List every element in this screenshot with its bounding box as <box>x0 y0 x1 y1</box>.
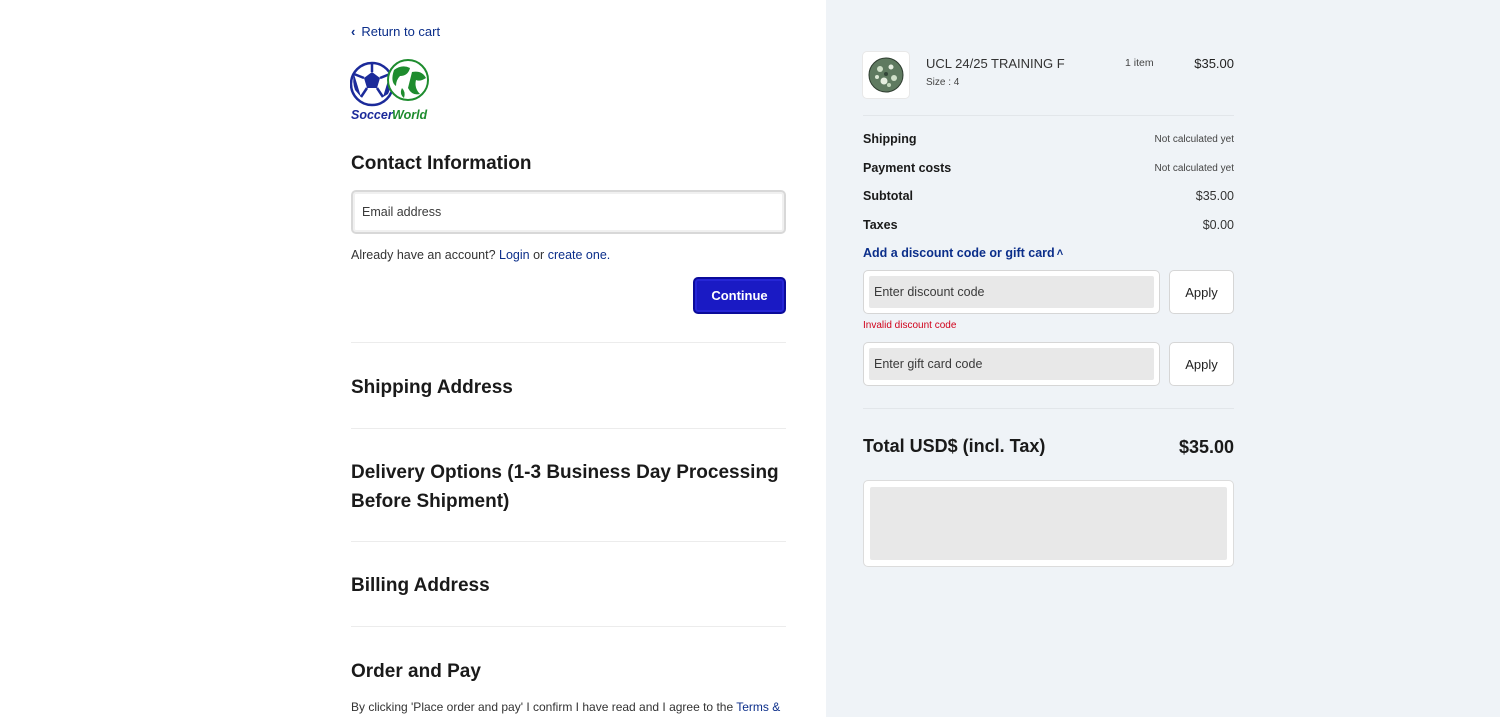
billing-address-title: Billing Address <box>351 575 490 596</box>
account-prompt: Already have an account? Login or create… <box>351 248 611 262</box>
return-to-cart-label: Return to cart <box>361 24 441 39</box>
total-label: Total USD$ (incl. Tax) <box>863 436 1046 456</box>
section-divider <box>351 342 786 343</box>
email-input[interactable] <box>353 192 784 232</box>
contact-information-title: Contact Information <box>351 153 532 174</box>
payment-widget-placeholder[interactable] <box>863 480 1234 567</box>
apply-gift-card-button[interactable]: Apply <box>1169 342 1234 386</box>
soccer-ball-image <box>868 57 904 93</box>
summary-divider <box>863 408 1234 409</box>
product-name: UCL 24/25 TRAINING F <box>926 56 1065 71</box>
order-and-pay-title: Order and Pay <box>351 661 481 682</box>
svg-text:Soccer: Soccer <box>351 108 394 122</box>
continue-button[interactable]: Continue <box>693 277 786 314</box>
section-divider <box>351 541 786 542</box>
svg-text:World: World <box>392 108 428 122</box>
chevron-left-icon: ‹ <box>351 24 356 39</box>
chevron-up-icon: ˄ <box>1056 247 1064 259</box>
soccerworld-logo[interactable]: Soccer World <box>349 58 432 122</box>
taxes-row: Taxes $0.00 <box>863 218 1234 232</box>
product-price: $35.00 <box>1194 56 1234 71</box>
product-thumbnail <box>863 52 909 98</box>
discount-code-field[interactable] <box>863 270 1160 314</box>
return-to-cart-link[interactable]: ‹ Return to cart <box>351 24 440 39</box>
shipping-address-title: Shipping Address <box>351 377 513 398</box>
create-account-link[interactable]: create one. <box>548 248 611 262</box>
payment-costs-row: Payment costs Not calculated yet <box>863 161 1234 175</box>
payment-widget-loading <box>870 487 1227 560</box>
gift-card-field[interactable] <box>863 342 1160 386</box>
product-size: Size : 4 <box>926 77 960 88</box>
subtotal-row: Subtotal $35.00 <box>863 189 1234 203</box>
gift-card-input[interactable] <box>874 357 1154 371</box>
section-divider <box>351 626 786 627</box>
product-quantity: 1 item <box>1125 57 1154 69</box>
email-field[interactable] <box>351 190 786 234</box>
terms-link[interactable]: Terms & <box>736 700 780 714</box>
section-divider <box>351 428 786 429</box>
summary-divider <box>863 115 1234 116</box>
discount-code-input[interactable] <box>874 285 1154 299</box>
total-value: $35.00 <box>1178 437 1234 457</box>
terms-notice: By clicking 'Place order and pay' I conf… <box>351 700 781 714</box>
discount-error-message: Invalid discount code <box>863 320 957 331</box>
login-link[interactable]: Login <box>499 248 530 262</box>
checkout-main: ‹ Return to cart Soccer World Contact In… <box>0 0 826 717</box>
discount-toggle-link[interactable]: Add a discount code or gift card ˄ <box>863 246 1063 260</box>
shipping-row: Shipping Not calculated yet <box>863 132 1234 146</box>
apply-discount-button[interactable]: Apply <box>1169 270 1234 314</box>
delivery-options-title: Delivery Options (1-3 Business Day Proce… <box>351 462 779 512</box>
